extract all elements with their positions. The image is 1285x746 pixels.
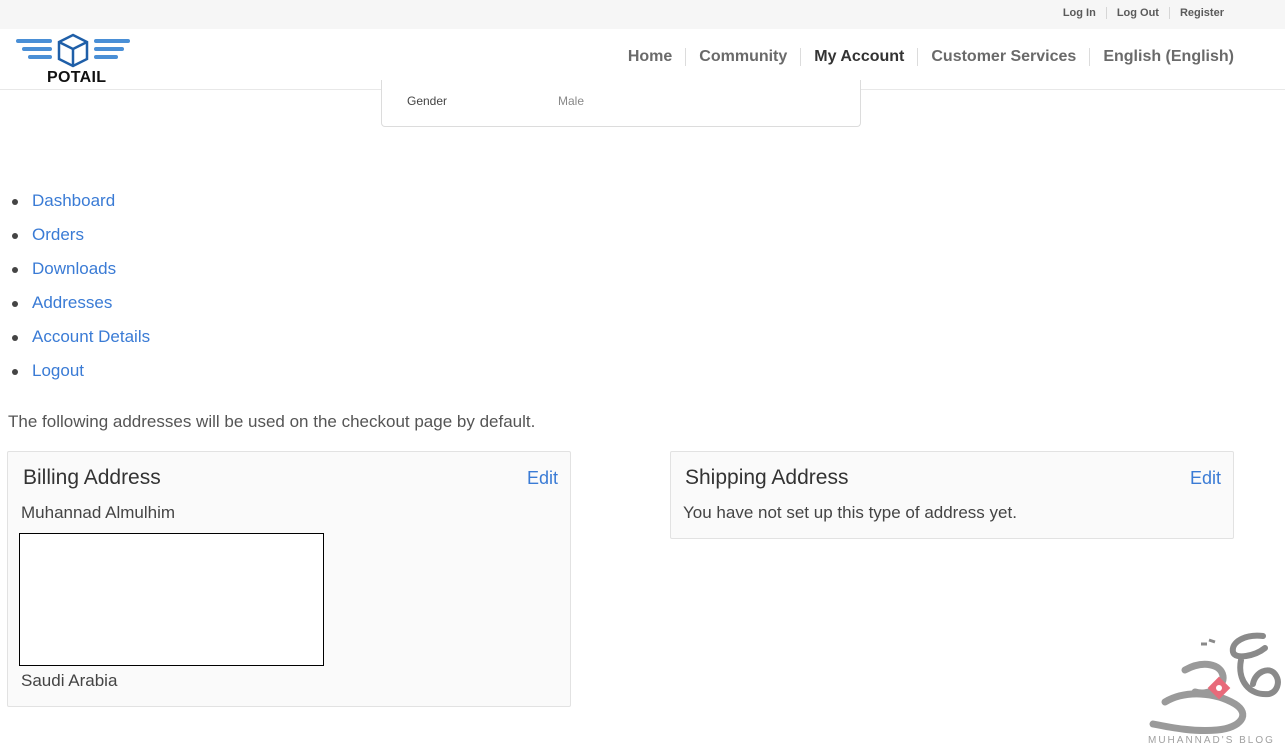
top-links: Log In Log Out Register: [1053, 7, 1234, 19]
nav-my-account[interactable]: My Account: [801, 48, 917, 66]
account-nav-orders[interactable]: Orders: [12, 222, 150, 256]
nav-home[interactable]: Home: [615, 48, 685, 66]
box-wings-logo-icon: [16, 33, 130, 68]
shipping-address-box: Shipping Address Edit You have not set u…: [670, 451, 1234, 539]
billing-address-box: Billing Address Edit Muhannad Almulhim S…: [7, 451, 571, 707]
shipping-empty-message: You have not set up this type of address…: [683, 503, 1017, 522]
nav-community[interactable]: Community: [686, 48, 800, 66]
top-utility-bar: Log In Log Out Register: [0, 0, 1285, 29]
billing-country: Saudi Arabia: [21, 671, 118, 690]
calligraphy-watermark-icon: [1149, 632, 1281, 735]
account-nav-addresses[interactable]: Addresses: [12, 290, 150, 324]
account-nav-dashboard[interactable]: Dashboard: [12, 188, 150, 222]
login-link[interactable]: Log In: [1053, 7, 1106, 19]
shipping-address-title: Shipping Address: [685, 466, 849, 489]
gender-label: Gender: [407, 94, 448, 108]
gender-value: Male: [558, 94, 585, 108]
watermark-text: MUHANNAD'S BLOG: [1148, 735, 1275, 746]
site-logo[interactable]: POTAIL: [14, 33, 132, 87]
account-nav-downloads[interactable]: Downloads: [12, 256, 150, 290]
account-navigation: Dashboard Orders Downloads Addresses Acc…: [12, 188, 150, 392]
redacted-address-block: [19, 533, 324, 666]
logo-text: POTAIL: [47, 69, 107, 86]
billing-address-title: Billing Address: [23, 466, 161, 489]
shipping-edit-link[interactable]: Edit: [1190, 468, 1221, 489]
register-link[interactable]: Register: [1170, 7, 1234, 19]
logout-link[interactable]: Log Out: [1107, 7, 1169, 19]
account-nav-account-details[interactable]: Account Details: [12, 324, 150, 358]
addresses-intro: The following addresses will be used on …: [8, 412, 536, 431]
profile-card: Gender Male: [381, 80, 861, 127]
account-nav-logout[interactable]: Logout: [12, 358, 150, 392]
main-nav: Home Community My Account Customer Servi…: [615, 48, 1234, 66]
billing-edit-link[interactable]: Edit: [527, 468, 558, 489]
nav-customer-services[interactable]: Customer Services: [918, 48, 1089, 66]
billing-name: Muhannad Almulhim: [21, 503, 176, 522]
nav-language[interactable]: English (English): [1090, 48, 1234, 66]
